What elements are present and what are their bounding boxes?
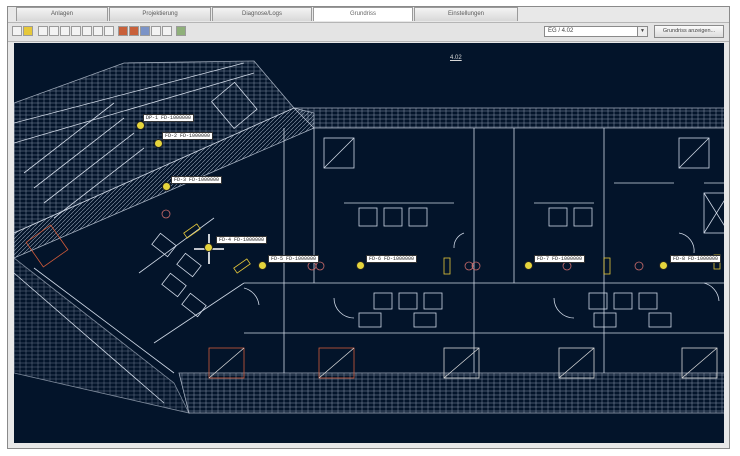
detector-marker[interactable] [356, 261, 365, 270]
select-tool-icon[interactable] [23, 26, 33, 36]
device-label[interactable]: FD-6 FD-1000000 [366, 255, 418, 263]
export-icon[interactable] [162, 26, 172, 36]
tab-bar: Anlagen Projektierung Diagnose/Logs Grun… [16, 7, 519, 21]
detector-marker[interactable] [258, 261, 267, 270]
refresh-icon[interactable] [104, 26, 114, 36]
device-label[interactable]: FD-5 FD-1000000 [268, 255, 320, 263]
zoom-out-icon[interactable] [49, 26, 59, 36]
detector-marker[interactable] [659, 261, 668, 270]
device-label[interactable]: FD-2 FD-1000000 [162, 132, 214, 140]
alarm-icon[interactable] [129, 26, 139, 36]
device-label[interactable]: FD-8 FD-1000000 [670, 255, 722, 263]
tab-anlagen[interactable]: Anlagen [16, 7, 108, 21]
zoom-in-icon[interactable] [38, 26, 48, 36]
tab-einstellungen[interactable]: Einstellungen [414, 7, 518, 21]
floorplan-drawing [14, 60, 724, 414]
app-window: Anlagen Projektierung Diagnose/Logs Grun… [7, 6, 730, 449]
layer-icon[interactable] [93, 26, 103, 36]
device-icon[interactable] [140, 26, 150, 36]
print-icon[interactable] [151, 26, 161, 36]
show-floorplan-button[interactable]: Grundriss anzeigen... [654, 25, 724, 38]
chevron-down-icon[interactable]: ▼ [637, 27, 647, 36]
device-label[interactable]: FD-7 FD-1000000 [534, 255, 586, 263]
pointer-tool-icon[interactable] [12, 26, 22, 36]
pan-tool-icon[interactable] [71, 26, 81, 36]
settings-icon[interactable] [176, 26, 186, 36]
plan-scale-label: 4.02 [450, 55, 462, 61]
toolbar: EG / 4.02 ▼ Grundriss anzeigen... [8, 22, 729, 42]
zoom-fit-icon[interactable] [60, 26, 70, 36]
floorplan-canvas[interactable]: 4.02 DP-1 FD-1000000 FD-2 FD-1000000 FD-… [14, 43, 724, 443]
detector-marker[interactable] [136, 121, 145, 130]
grid-icon[interactable] [82, 26, 92, 36]
floor-select[interactable]: EG / 4.02 ▼ [544, 26, 648, 37]
detector-marker[interactable] [204, 243, 213, 252]
detector-marker[interactable] [524, 261, 533, 270]
floor-select-value: EG / 4.02 [548, 28, 574, 34]
device-label[interactable]: DP-1 FD-1000000 [143, 114, 195, 122]
detector-marker[interactable] [162, 182, 171, 191]
tab-grundriss[interactable]: Grundriss [313, 7, 413, 21]
delete-icon[interactable] [118, 26, 128, 36]
detector-marker[interactable] [154, 139, 163, 148]
tab-diagnose[interactable]: Diagnose/Logs [212, 7, 312, 21]
tab-projektierung[interactable]: Projektierung [109, 7, 211, 21]
device-label[interactable]: FD-4 FD-1000000 [216, 236, 268, 244]
device-label[interactable]: FD-3 FD-1000000 [171, 176, 223, 184]
